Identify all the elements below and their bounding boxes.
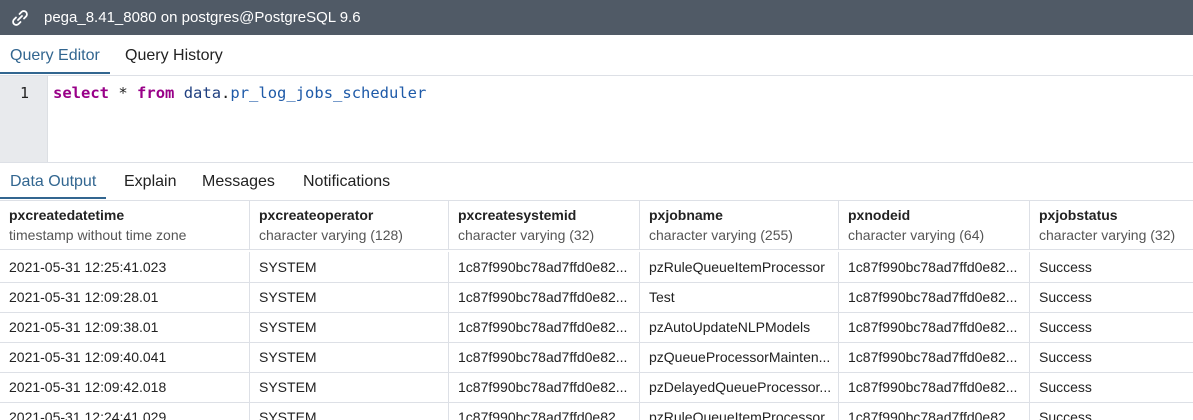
tab-explain[interactable]: Explain [124,163,176,199]
table-cell[interactable]: SYSTEM [250,342,449,372]
column-header-pxcreatedatetime[interactable]: pxcreatedatetime timestamp without time z… [0,201,250,249]
table-cell[interactable]: pzQueueProcessorMainten... [640,342,839,372]
table-cell[interactable]: SYSTEM [250,402,449,420]
table-cell[interactable]: pzDelayedQueueProcessor... [640,372,839,402]
table-cell[interactable]: 2021-05-31 12:09:40.041 [0,342,250,372]
tab-notifications[interactable]: Notifications [303,163,390,199]
tab-data-output[interactable]: Data Output [0,163,107,199]
table-cell[interactable]: 2021-05-31 12:09:42.018 [0,372,250,402]
tab-query-history[interactable]: Query History [125,35,223,74]
table-cell[interactable]: 2021-05-31 12:25:41.023 [0,252,250,282]
tab-query-editor[interactable]: Query Editor [0,35,110,74]
table-cell[interactable]: 1c87f990bc78ad7ffd0e82... [449,372,640,402]
table-row[interactable]: 2021-05-31 12:25:41.023 SYSTEM 1c87f990b… [0,252,1193,283]
line-number-gutter: 1 [0,76,48,162]
sql-query-line[interactable]: select * from data.pr_log_jobs_scheduler [53,84,426,102]
table-cell[interactable]: 1c87f990bc78ad7ffd0e82... [839,342,1030,372]
table-row[interactable]: 2021-05-31 12:09:38.01 SYSTEM 1c87f990bc… [0,312,1193,343]
tab-messages[interactable]: Messages [202,163,275,199]
column-header-pxcreatesystemid[interactable]: pxcreatesystemid character varying (32) [449,201,640,249]
table-cell[interactable]: 1c87f990bc78ad7ffd0e82... [449,252,640,282]
table-cell[interactable]: 1c87f990bc78ad7ffd0e82... [839,402,1030,420]
table-cell[interactable]: Success [1030,312,1193,342]
table-row[interactable]: 2021-05-31 12:09:40.041 SYSTEM 1c87f990b… [0,342,1193,373]
table-cell[interactable]: Success [1030,372,1193,402]
table-cell[interactable]: 2021-05-31 12:09:28.01 [0,282,250,312]
column-header-pxnodeid[interactable]: pxnodeid character varying (64) [839,201,1030,249]
table-cell[interactable]: 1c87f990bc78ad7ffd0e82... [449,342,640,372]
table-cell[interactable]: 1c87f990bc78ad7ffd0e82... [449,282,640,312]
table-cell[interactable]: Test [640,282,839,312]
table-cell[interactable]: 2021-05-31 12:09:38.01 [0,312,250,342]
column-header-pxjobname[interactable]: pxjobname character varying (255) [640,201,839,249]
keyword-select: select [53,84,109,102]
table-cell[interactable]: Success [1030,252,1193,282]
column-header-pxjobstatus[interactable]: pxjobstatus character varying (32) [1030,201,1193,249]
table-row[interactable]: 2021-05-31 12:09:42.018 SYSTEM 1c87f990b… [0,372,1193,403]
line-number: 1 [19,84,29,102]
table-name: pr_log_jobs_scheduler [230,84,427,102]
grid-header-row: pxcreatedatetime timestamp without time z… [0,201,1193,250]
table-cell[interactable]: Success [1030,282,1193,312]
table-cell[interactable]: Success [1030,402,1193,420]
table-row[interactable]: 2021-05-31 12:24:41.029 SYSTEM 1c87f990b… [0,402,1193,420]
table-cell[interactable]: SYSTEM [250,282,449,312]
connection-link-icon[interactable] [0,0,40,35]
data-output-grid[interactable]: pxcreatedatetime timestamp without time z… [0,201,1193,420]
table-cell[interactable]: 1c87f990bc78ad7ffd0e82... [839,282,1030,312]
keyword-from: from [137,84,175,102]
table-cell[interactable]: 1c87f990bc78ad7ffd0e82... [449,402,640,420]
table-row[interactable]: 2021-05-31 12:09:28.01 SYSTEM 1c87f990bc… [0,282,1193,313]
table-cell[interactable]: SYSTEM [250,372,449,402]
connection-title: pega_8.41_8080 on postgres@PostgreSQL 9.… [44,9,361,26]
table-cell[interactable]: 1c87f990bc78ad7ffd0e82... [449,312,640,342]
table-cell[interactable]: pzAutoUpdateNLPModels [640,312,839,342]
output-tabs: Data Output Explain Messages Notificatio… [0,163,1193,201]
table-cell[interactable]: Success [1030,342,1193,372]
star-operator: * [118,84,128,102]
table-cell[interactable]: 1c87f990bc78ad7ffd0e82... [839,372,1030,402]
schema-name: data [183,84,222,102]
dot-separator: . [221,84,231,102]
column-header-pxcreateoperator[interactable]: pxcreateoperator character varying (128) [250,201,449,249]
sql-editor[interactable]: 1 select * from data.pr_log_jobs_schedul… [0,76,1193,163]
table-cell[interactable]: SYSTEM [250,252,449,282]
query-tool-titlebar: pega_8.41_8080 on postgres@PostgreSQL 9.… [0,0,1193,35]
table-cell[interactable]: 2021-05-31 12:24:41.029 [0,402,250,420]
table-cell[interactable]: pzRuleQueueItemProcessor [640,402,839,420]
table-cell[interactable]: 1c87f990bc78ad7ffd0e82... [839,312,1030,342]
table-cell[interactable]: SYSTEM [250,312,449,342]
table-cell[interactable]: 1c87f990bc78ad7ffd0e82... [839,252,1030,282]
table-cell[interactable]: pzRuleQueueItemProcessor [640,252,839,282]
editor-tabs: Query Editor Query History [0,35,1193,76]
